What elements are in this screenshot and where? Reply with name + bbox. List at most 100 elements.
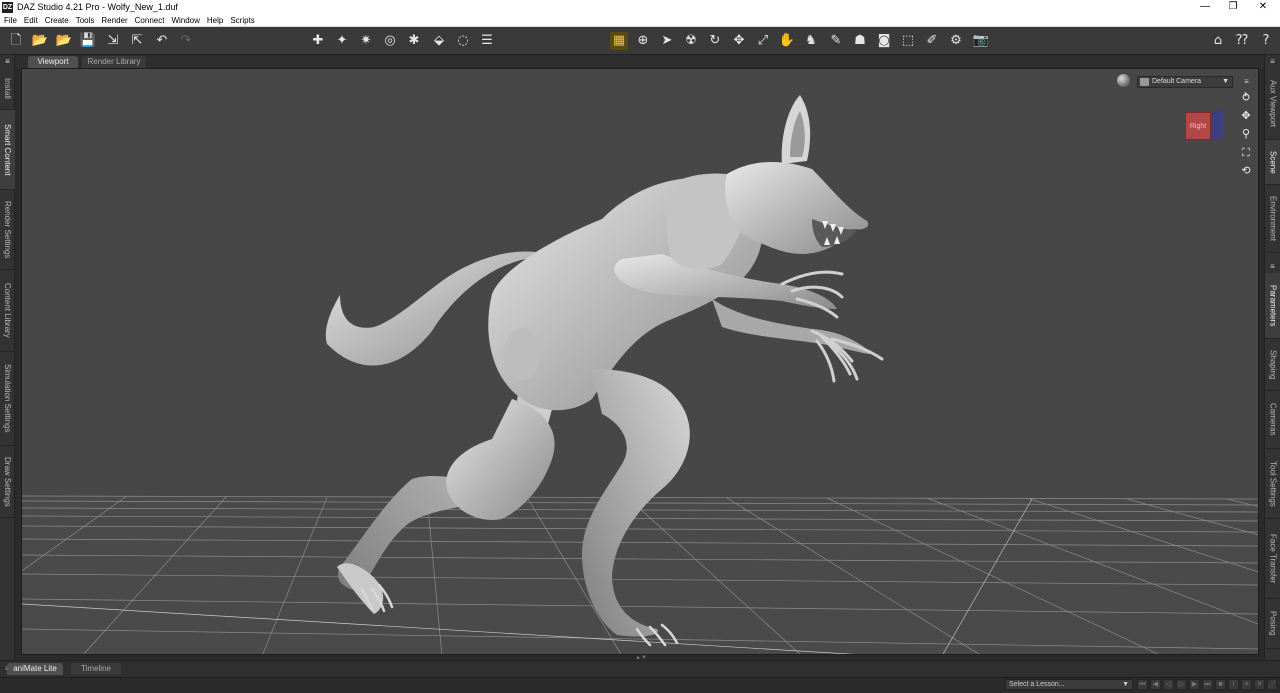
chevron-down-icon: ▼ (1122, 681, 1129, 688)
daz-app-icon: DZ (2, 1, 13, 13)
tab-content-library[interactable]: Content Library (0, 270, 15, 352)
lesson-stop-icon[interactable]: ■ (1215, 679, 1226, 690)
open-file-icon[interactable]: 📂 (31, 32, 49, 50)
render-settings-icon[interactable]: ⚙ (947, 32, 965, 50)
lesson-next-icon[interactable]: ▶ (1189, 679, 1200, 690)
import-icon[interactable]: ⇲ (104, 32, 122, 50)
tab-environment[interactable]: Environment (1265, 185, 1280, 253)
lesson-resize-icon[interactable]: ⋰ (1267, 679, 1277, 690)
node-selection-icon[interactable]: ▦ (610, 32, 628, 50)
tab-tool-settings[interactable]: Tool Settings (1265, 449, 1280, 519)
orbit-icon[interactable]: ⥁ (1238, 91, 1254, 105)
lesson-first-icon[interactable]: ⏮ (1137, 679, 1148, 690)
translate-icon[interactable]: ✥ (730, 32, 748, 50)
tab-parameters[interactable]: Parameters (1265, 273, 1280, 339)
lesson-menu-icon[interactable]: ≡ (1241, 679, 1252, 690)
draw-style-icon[interactable] (1117, 74, 1130, 87)
new-file-icon[interactable]: 🗋 (7, 32, 25, 50)
viewport-options-menu-icon[interactable]: ≡ (1241, 77, 1252, 86)
tab-scene[interactable]: Scene (1265, 140, 1280, 185)
lesson-selector[interactable]: Select a Lesson... ▼ (1005, 679, 1133, 690)
figure-tool-icon[interactable]: ♞ (802, 32, 820, 50)
lesson-prev-icon[interactable]: ◀ (1150, 679, 1161, 690)
camera-tool-icon[interactable]: ◙ (875, 32, 893, 50)
export-icon[interactable]: ⇱ (128, 32, 146, 50)
light-icon[interactable]: ✷ (357, 32, 375, 50)
reset-view-icon[interactable]: ⟲ (1238, 164, 1254, 178)
tab-simulation-settings[interactable]: Simulation Settings (0, 352, 15, 446)
view-cube-face[interactable]: Right (1185, 112, 1211, 140)
redo-icon[interactable]: ↷ (177, 32, 195, 50)
menu-bar: File Edit Create Tools Render Connect Wi… (0, 14, 1280, 27)
scale-icon[interactable]: ⤢ (754, 32, 772, 50)
tab-animate-lite[interactable]: aniMate Lite (7, 663, 63, 675)
viewport-menu-icon[interactable]: ≡ (2, 57, 13, 66)
tab-cameras[interactable]: Cameras (1265, 391, 1280, 449)
left-pane-tabs: ≡ Install Smart Content Render Settings … (0, 55, 15, 660)
pose-tool-icon[interactable]: ✋ (778, 32, 796, 50)
tab-face-transfer[interactable]: Face Transfer (1265, 519, 1280, 599)
camera-selector[interactable]: Default Camera ▼ (1137, 76, 1233, 88)
menu-create[interactable]: Create (45, 16, 69, 25)
undo-icon[interactable]: ↶ (153, 32, 171, 50)
menu-scripts[interactable]: Scripts (230, 16, 254, 25)
lesson-close-icon[interactable]: ✕ (1254, 679, 1265, 690)
window-title: DAZ Studio 4.21 Pro - Wolfy_New_1.duf (17, 2, 178, 12)
help-icon[interactable]: ? (1257, 32, 1275, 50)
open-recent-icon[interactable]: 📂 (55, 32, 73, 50)
pan-icon[interactable]: ✥ (1238, 109, 1254, 123)
camera-icon (1140, 78, 1149, 86)
minimize-button[interactable]: — (1190, 0, 1220, 14)
tab-shaping[interactable]: Shaping (1265, 339, 1280, 391)
menu-file[interactable]: File (4, 16, 17, 25)
select-tool-icon[interactable]: ⬚ (899, 32, 917, 50)
pointer-icon[interactable]: ➤ (658, 32, 676, 50)
close-button[interactable]: ✕ (1248, 0, 1278, 14)
tab-viewport[interactable]: Viewport (28, 56, 78, 68)
right-pane-menu-icon[interactable]: ≡ (1267, 57, 1278, 66)
weight-map-icon[interactable]: ✐ (923, 32, 941, 50)
create-primitive-icon[interactable]: ✚ (309, 32, 327, 50)
home-icon[interactable]: ⌂ (1209, 32, 1227, 50)
tab-draw-settings[interactable]: Draw Settings (0, 446, 15, 518)
save-icon[interactable]: 💾 (79, 32, 97, 50)
active-pose-icon[interactable]: ☢ (682, 32, 700, 50)
zoom-icon[interactable]: ⚲ (1238, 127, 1254, 141)
lesson-last-icon[interactable]: ⏭ (1202, 679, 1213, 690)
lesson-info-icon[interactable]: i (1228, 679, 1239, 690)
spot-render-icon[interactable]: ✦ (333, 32, 351, 50)
menu-render[interactable]: Render (101, 16, 127, 25)
tab-render-library[interactable]: Render Library (82, 56, 146, 68)
menu-connect[interactable]: Connect (135, 16, 165, 25)
morph-tool-icon[interactable]: ☗ (851, 32, 869, 50)
view-cube[interactable]: Right (1183, 108, 1225, 146)
3d-viewport[interactable] (21, 68, 1259, 655)
region-navigator-icon[interactable]: ◌ (454, 32, 472, 50)
tab-aux-viewport[interactable]: Aux Viewport (1265, 68, 1280, 140)
tab-timeline[interactable]: Timeline (71, 663, 121, 675)
tab-install[interactable]: Install (0, 68, 15, 110)
viewport-tab-bar: ≡ Viewport Render Library (5, 55, 1264, 68)
surface-selection-icon[interactable]: ⬙ (430, 32, 448, 50)
tab-posing[interactable]: Posing (1265, 599, 1280, 649)
render-icon[interactable]: 📷 (972, 32, 990, 50)
tab-render-settings[interactable]: Render Settings (0, 190, 15, 270)
restore-button[interactable]: ❐ (1218, 0, 1248, 14)
menu-help[interactable]: Help (207, 16, 223, 25)
bone-tool-icon[interactable]: ✎ (827, 32, 845, 50)
menu-tools[interactable]: Tools (76, 16, 95, 25)
menu-window[interactable]: Window (171, 16, 199, 25)
lesson-step-icon[interactable]: ▷ (1176, 679, 1187, 690)
title-bar: DZ DAZ Studio 4.21 Pro - Wolfy_New_1.duf… (0, 0, 1280, 14)
whats-this-icon[interactable]: ⁇ (1233, 32, 1251, 50)
lesson-step-back-icon[interactable]: ◁ (1163, 679, 1174, 690)
tab-smart-content[interactable]: Smart Content (0, 110, 15, 190)
frame-icon[interactable]: ⛶ (1238, 146, 1254, 160)
geometry-editor-icon[interactable]: ◎ (381, 32, 399, 50)
toolbar-menu-icon[interactable]: ☰ (478, 32, 496, 50)
rotate-icon[interactable]: ↻ (706, 32, 724, 50)
menu-edit[interactable]: Edit (24, 16, 38, 25)
joint-editor-icon[interactable]: ✱ (405, 32, 423, 50)
right-pane-lower-menu-icon[interactable]: ≡ (1267, 262, 1278, 271)
universal-tool-icon[interactable]: ⊕ (634, 32, 652, 50)
